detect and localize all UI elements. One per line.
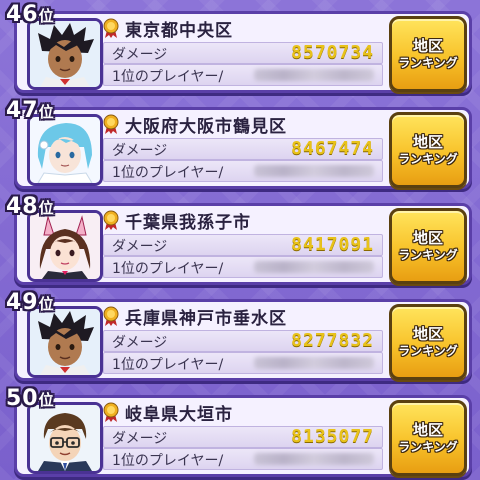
- glasses-man-avatar: [27, 402, 103, 474]
- top-player-row: 1位のプレイヤー/: [103, 256, 383, 278]
- damage-score: 8417091: [291, 234, 374, 255]
- damage-label: ダメージ: [112, 143, 168, 159]
- ranking-card: 東京都中央区 ダメージ 8570734 1位のプレイヤー/ 地区 ランキング: [14, 11, 472, 93]
- top-player-label: 1位のプレイヤー/: [112, 453, 224, 469]
- button-label-line1: 地区: [412, 421, 443, 439]
- region-title-row: 兵庫県神戸市垂水区: [103, 304, 373, 329]
- damage-score: 8135077: [291, 426, 374, 447]
- blurred-player-name: [254, 453, 374, 465]
- button-label-line1: 地区: [412, 37, 443, 55]
- region-title-row: 東京都中央区: [103, 16, 373, 41]
- top-player-label: 1位のプレイヤー/: [112, 357, 224, 373]
- ranking-card: 千葉県我孫子市 ダメージ 8417091 1位のプレイヤー/ 地区 ランキング: [14, 203, 472, 285]
- ranking-entry: 50位 岐阜県大垣市 ダメージ 8135077 1位のプレイヤー/ 地区 ランキ…: [0, 386, 480, 477]
- rank-number: 47位: [6, 98, 55, 123]
- damage-label: ダメージ: [112, 47, 168, 63]
- dark-hair-boy-avatar: [27, 306, 103, 378]
- region-name: 岐阜県大垣市: [125, 404, 233, 425]
- region-title-row: 大阪府大阪市鶴見区: [103, 112, 373, 137]
- blurred-player-name: [254, 165, 374, 177]
- damage-label: ダメージ: [112, 335, 168, 351]
- medal-icon: [103, 306, 119, 326]
- top-player-label: 1位のプレイヤー/: [112, 261, 224, 277]
- damage-row: ダメージ 8277832: [103, 330, 383, 352]
- blue-hair-girl-avatar: [27, 114, 103, 186]
- damage-score: 8467474: [291, 138, 374, 159]
- region-name: 大阪府大阪市鶴見区: [125, 116, 287, 137]
- ranking-card: 兵庫県神戸市垂水区 ダメージ 8277832 1位のプレイヤー/ 地区 ランキン…: [14, 299, 472, 381]
- top-player-row: 1位のプレイヤー/: [103, 352, 383, 374]
- blurred-player-name: [254, 69, 374, 81]
- bunny-ear-girl-avatar: [27, 210, 103, 282]
- damage-row: ダメージ 8135077: [103, 426, 383, 448]
- rank-number: 49位: [6, 290, 55, 315]
- region-ranking-button[interactable]: 地区 ランキング: [389, 112, 467, 188]
- damage-row: ダメージ 8570734: [103, 42, 383, 64]
- button-label-line1: 地区: [412, 133, 443, 151]
- medal-icon: [103, 210, 119, 230]
- medal-icon: [103, 402, 119, 422]
- dark-hair-boy-avatar: [27, 18, 103, 90]
- top-player-row: 1位のプレイヤー/: [103, 448, 383, 470]
- blurred-player-name: [254, 261, 374, 273]
- region-name: 東京都中央区: [125, 20, 233, 41]
- damage-score: 8277832: [291, 330, 374, 351]
- button-label-line2: ランキング: [398, 440, 458, 454]
- top-player-label: 1位のプレイヤー/: [112, 69, 224, 85]
- ranking-entry: 48位 千葉県我孫子市 ダメージ 8417091 1位のプレイヤー/ 地区 ラン…: [0, 194, 480, 285]
- button-label-line1: 地区: [412, 229, 443, 247]
- damage-label: ダメージ: [112, 431, 168, 447]
- ranking-card: 岐阜県大垣市 ダメージ 8135077 1位のプレイヤー/ 地区 ランキング: [14, 395, 472, 477]
- region-ranking-button[interactable]: 地区 ランキング: [389, 304, 467, 380]
- button-label-line2: ランキング: [398, 248, 458, 262]
- top-player-label: 1位のプレイヤー/: [112, 165, 224, 181]
- ranking-card: 大阪府大阪市鶴見区 ダメージ 8467474 1位のプレイヤー/ 地区 ランキン…: [14, 107, 472, 189]
- region-title-row: 千葉県我孫子市: [103, 208, 373, 233]
- damage-row: ダメージ 8417091: [103, 234, 383, 256]
- button-label-line2: ランキング: [398, 344, 458, 358]
- damage-score: 8570734: [291, 42, 374, 63]
- region-ranking-button[interactable]: 地区 ランキング: [389, 208, 467, 284]
- medal-icon: [103, 114, 119, 134]
- top-player-row: 1位のプレイヤー/: [103, 64, 383, 86]
- region-name: 兵庫県神戸市垂水区: [125, 308, 287, 329]
- ranking-entry: 46位 東京都中央区 ダメージ 8570734 1位のプレイヤー/ 地区 ランキ…: [0, 2, 480, 93]
- button-label-line2: ランキング: [398, 56, 458, 70]
- region-ranking-button[interactable]: 地区 ランキング: [389, 400, 467, 476]
- ranking-entry: 49位 兵庫県神戸市垂水区 ダメージ 8277832 1位のプレイヤー/ 地区 …: [0, 290, 480, 381]
- top-player-row: 1位のプレイヤー/: [103, 160, 383, 182]
- ranking-list: 46位 東京都中央区 ダメージ 8570734 1位のプレイヤー/ 地区 ランキ…: [0, 0, 480, 480]
- region-title-row: 岐阜県大垣市: [103, 400, 373, 425]
- damage-label: ダメージ: [112, 239, 168, 255]
- damage-row: ダメージ 8467474: [103, 138, 383, 160]
- button-label-line1: 地区: [412, 325, 443, 343]
- rank-number: 46位: [6, 2, 55, 27]
- ranking-entry: 47位 大阪府大阪市鶴見区 ダメージ 8467474 1位のプレイヤー/ 地区 …: [0, 98, 480, 189]
- medal-icon: [103, 18, 119, 38]
- region-ranking-button[interactable]: 地区 ランキング: [389, 16, 467, 92]
- button-label-line2: ランキング: [398, 152, 458, 166]
- rank-number: 48位: [6, 194, 55, 219]
- region-name: 千葉県我孫子市: [125, 212, 251, 233]
- blurred-player-name: [254, 357, 374, 369]
- rank-number: 50位: [6, 386, 55, 411]
